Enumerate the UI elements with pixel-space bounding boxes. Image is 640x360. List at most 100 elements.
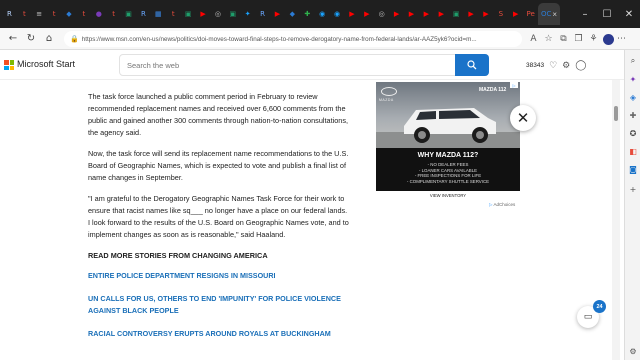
browser-tab[interactable]: ▣ <box>225 3 240 25</box>
close-icon[interactable]: ✕ <box>510 105 536 131</box>
browser-tab[interactable]: ▶ <box>434 3 449 25</box>
browser-tab[interactable]: ● <box>91 3 106 25</box>
sparkle-icon[interactable]: ✦ <box>628 74 638 84</box>
ad-cta-button[interactable]: VIEW INVENTORY <box>376 191 520 200</box>
tab-favicon-icon: ▦ <box>155 10 162 18</box>
article-body: The task force launched a public comment… <box>88 91 350 351</box>
browser-tab[interactable]: ◉ <box>315 3 330 25</box>
browser-tab[interactable]: R <box>255 3 270 25</box>
browser-tab[interactable]: ▣ <box>121 3 136 25</box>
browser-tab[interactable]: ▣ <box>181 3 196 25</box>
related-story-link[interactable]: UN CALLS FOR US, OTHERS TO END 'IMPUNITY… <box>88 293 350 317</box>
brand-name[interactable]: Microsoft Start <box>17 59 75 69</box>
browser-tab[interactable]: t <box>166 3 181 25</box>
refresh-icon[interactable]: ↻ <box>22 30 40 48</box>
related-story-link[interactable]: RACIAL CONTROVERSY ERUPTS AROUND ROYALS … <box>88 328 350 340</box>
browser-tab[interactable]: ▶ <box>344 3 359 25</box>
profile-avatar[interactable] <box>603 33 614 45</box>
read-more-heading: READ MORE STORIES FROM CHANGING AMERICA <box>88 251 268 260</box>
search-sidebar-icon[interactable]: ⌕ <box>628 56 638 66</box>
tab-favicon-icon: ✚ <box>304 10 311 18</box>
read-aloud-icon[interactable]: A <box>526 31 541 47</box>
url-field[interactable]: 🔒 https://www.msn.com/en-us/news/politic… <box>64 31 522 47</box>
browser-tab[interactable]: ≡ <box>32 3 47 25</box>
outlook-icon[interactable]: ◙ <box>628 164 638 174</box>
browser-tab[interactable]: ◎ <box>374 3 389 25</box>
split-screen-icon[interactable]: ⧉ <box>556 31 571 47</box>
maximize-icon[interactable]: ☐ <box>596 0 618 28</box>
tab-favicon-icon: ▶ <box>408 10 415 18</box>
browser-tab[interactable]: t <box>17 3 32 25</box>
tab-favicon-icon: R <box>260 10 266 18</box>
browser-tab[interactable]: ▶ <box>508 3 523 25</box>
header-right: 38343 ♡ ⚙ ◯ <box>526 60 586 71</box>
ad-brand-mark: MAZDA <box>379 98 394 102</box>
tab-favicon-icon: S <box>498 10 504 18</box>
address-bar-row: ← ↻ ⌂ 🔒 https://www.msn.com/en-us/news/p… <box>0 28 640 50</box>
browser-tab[interactable]: t <box>47 3 62 25</box>
browser-tab[interactable]: ▶ <box>419 3 434 25</box>
rewards-points[interactable]: 38343 <box>526 62 544 69</box>
browser-tab[interactable]: t <box>76 3 91 25</box>
browser-tab[interactable]: ▶ <box>464 3 479 25</box>
window-controls: – ☐ ✕ <box>574 0 640 28</box>
tab-favicon-icon: ● <box>95 10 102 18</box>
browser-tab[interactable]: ▶ <box>196 3 211 25</box>
browser-tab[interactable]: ▶ <box>389 3 404 25</box>
browser-tab[interactable]: R <box>136 3 151 25</box>
collections-icon[interactable]: ❐ <box>571 31 586 47</box>
microsoft-logo-icon[interactable] <box>4 60 14 70</box>
search-input[interactable]: Search the web <box>127 61 179 70</box>
browser-tab[interactable]: S <box>493 3 508 25</box>
browser-tab[interactable]: Pe <box>523 3 538 25</box>
tools-icon[interactable]: ✚ <box>628 110 638 120</box>
display-ad[interactable]: MAZDA MAZDA 112 ▷ WHY MAZDA 112? - NO DE… <box>376 82 520 200</box>
browser-tab[interactable]: ◉ <box>330 3 345 25</box>
tab-favicon-icon: ◎ <box>378 10 385 18</box>
browser-tab[interactable]: ▦ <box>151 3 166 25</box>
ad-choices-icon[interactable]: ▷ <box>510 82 518 88</box>
article-paragraph: The task force launched a public comment… <box>88 92 349 137</box>
add-sidebar-icon[interactable]: + <box>628 184 638 194</box>
browser-tab[interactable]: ▶ <box>359 3 374 25</box>
minimize-icon[interactable]: – <box>574 0 596 28</box>
browser-tab[interactable]: ▶ <box>270 3 285 25</box>
tab-favicon-icon: Pe <box>526 10 535 18</box>
browser-tab[interactable]: ✚ <box>300 3 315 25</box>
browser-tab[interactable]: ▣ <box>449 3 464 25</box>
related-story-link[interactable]: ENTIRE POLICE DEPARTMENT RESIGNS IN MISS… <box>88 270 350 282</box>
profile-icon[interactable]: ◯ <box>575 60 586 71</box>
browser-tab[interactable]: ◆ <box>285 3 300 25</box>
tab-close-icon[interactable]: × <box>552 10 557 19</box>
browser-tab[interactable]: ◆ <box>62 3 77 25</box>
shopping-icon[interactable]: ◈ <box>628 92 638 102</box>
sidebar-settings-icon[interactable]: ⚙ <box>628 346 638 356</box>
tab-favicon-icon: ◉ <box>333 10 341 18</box>
settings-gear-icon[interactable]: ⚙ <box>562 61 570 71</box>
search-button[interactable] <box>455 54 489 76</box>
browser-tab[interactable]: t <box>106 3 121 25</box>
extensions-icon[interactable]: ⚘ <box>586 31 601 47</box>
browser-tab[interactable]: ✦ <box>240 3 255 25</box>
office-icon[interactable]: ◧ <box>628 146 638 156</box>
rewards-icon[interactable]: ♡ <box>549 61 557 71</box>
browser-tab[interactable]: ▶ <box>479 3 494 25</box>
ad-model-name: MAZDA 112 <box>479 87 507 93</box>
back-arrow-icon[interactable]: ← <box>4 30 22 48</box>
tab-favicon-icon: ◆ <box>66 10 72 18</box>
close-window-icon[interactable]: ✕ <box>618 0 640 28</box>
favorite-star-icon[interactable]: ☆ <box>541 31 556 47</box>
active-browser-tab[interactable]: OC × <box>538 3 561 25</box>
page-scrollbar[interactable] <box>612 80 620 360</box>
home-icon[interactable]: ⌂ <box>40 30 58 48</box>
browser-tab[interactable]: R <box>2 3 17 25</box>
games-icon[interactable]: ✪ <box>628 128 638 138</box>
tab-favicon-icon: ◉ <box>319 10 326 18</box>
more-menu-icon[interactable]: ⋯ <box>614 31 629 47</box>
search-box[interactable]: Search the web <box>119 54 489 76</box>
browser-tab[interactable]: ▶ <box>404 3 419 25</box>
browser-tab[interactable]: ◎ <box>210 3 225 25</box>
adchoices-link[interactable]: ▷ AdChoices <box>489 202 515 208</box>
scrollbar-thumb[interactable] <box>614 106 618 121</box>
tab-favicon-icon: R <box>141 10 146 18</box>
